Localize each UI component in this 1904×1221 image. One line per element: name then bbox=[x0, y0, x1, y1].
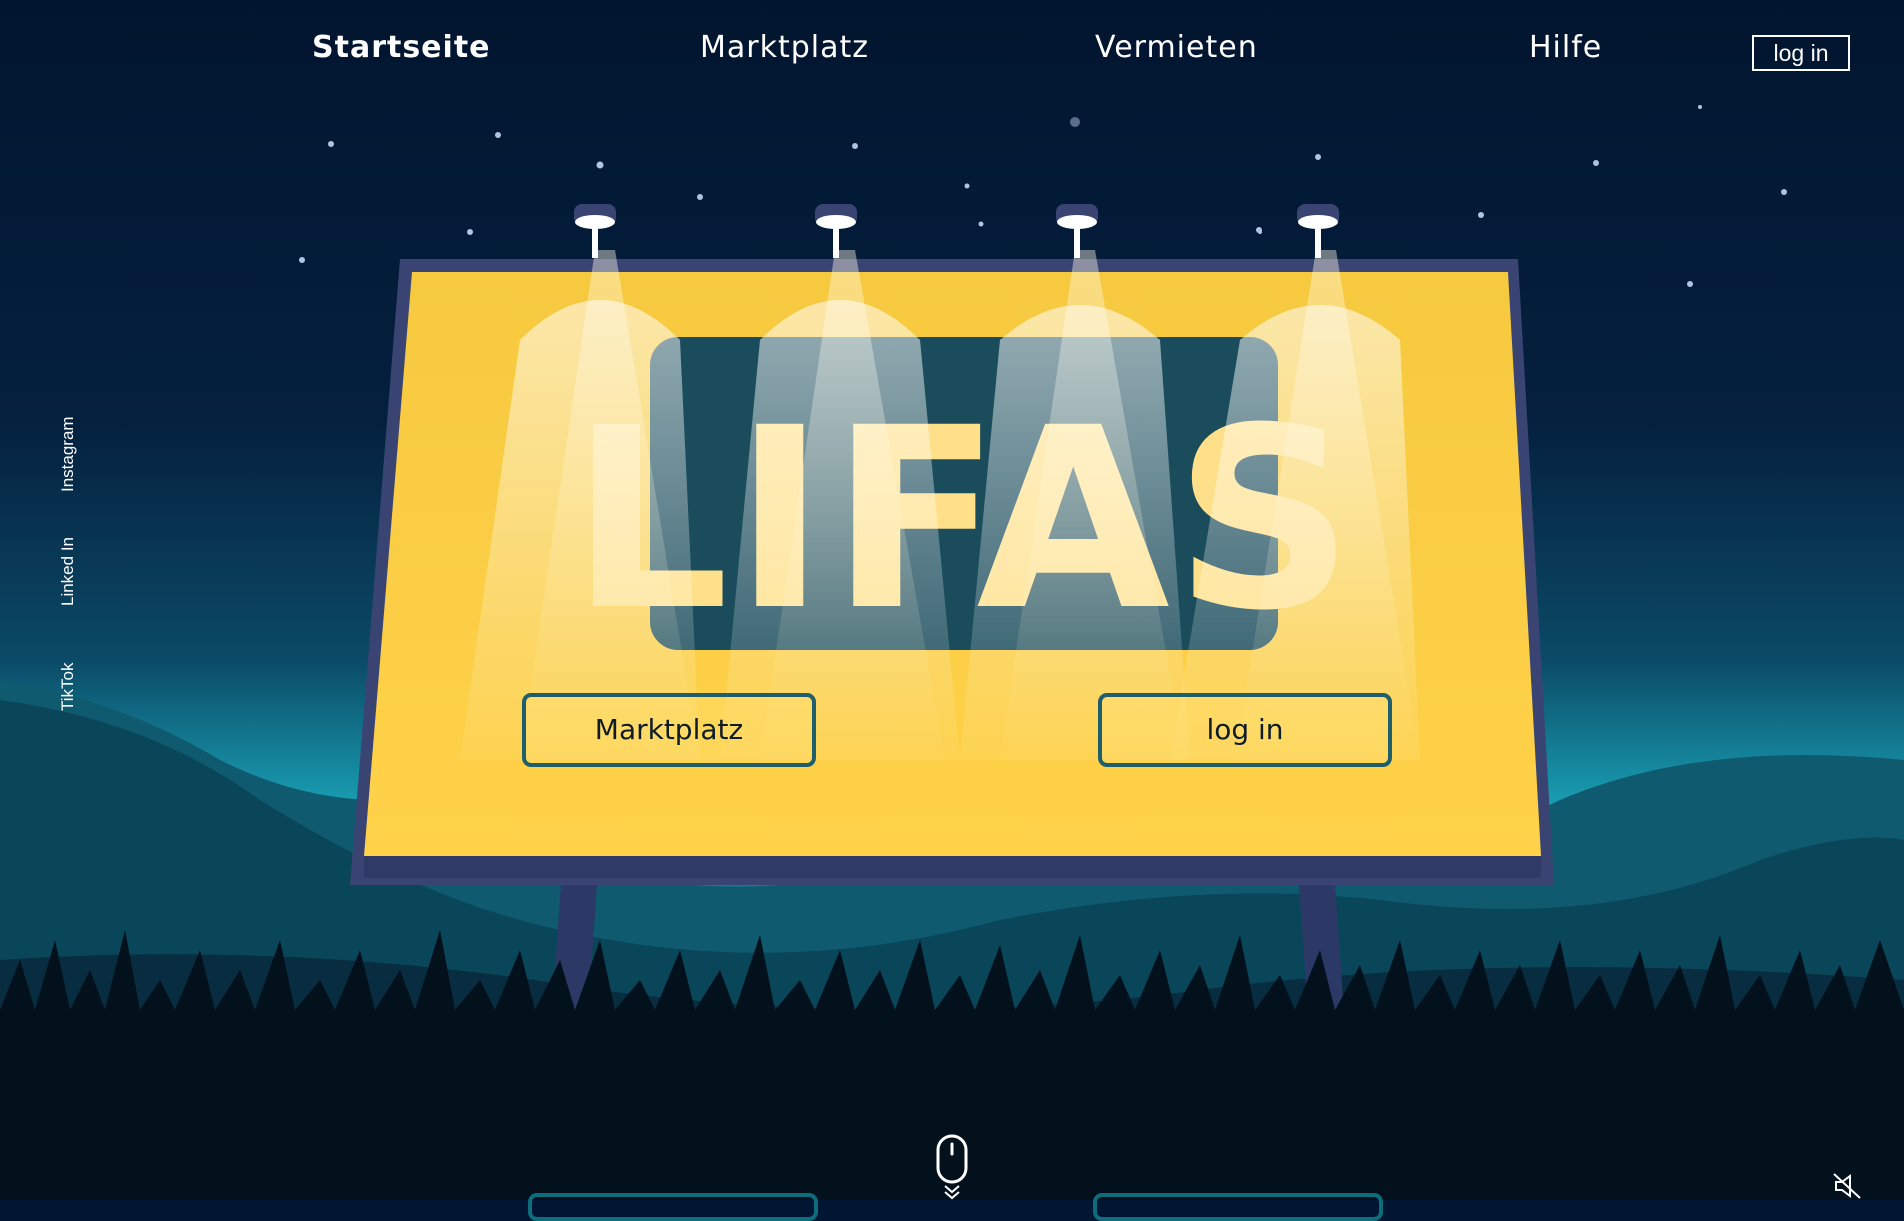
nav-item-hilfe[interactable]: Hilfe bbox=[1529, 30, 1602, 65]
social-link-linkedin[interactable]: Linked In bbox=[58, 537, 78, 606]
nav-login-button[interactable]: log in bbox=[1752, 35, 1850, 71]
login-button[interactable]: log in bbox=[1098, 693, 1392, 767]
next-section-button-left[interactable] bbox=[528, 1193, 818, 1221]
sound-muted-icon[interactable] bbox=[1832, 1172, 1862, 1200]
mouse-scroll-icon[interactable] bbox=[932, 1134, 972, 1200]
nav-item-vermieten[interactable]: Vermieten bbox=[1095, 30, 1258, 65]
night-landscape-background: LIFAS bbox=[0, 0, 1904, 1200]
next-section-button-right[interactable] bbox=[1093, 1193, 1383, 1221]
top-navigation: Startseite Marktplatz Vermieten Hilfe lo… bbox=[0, 0, 1904, 100]
social-link-tiktok[interactable]: TikTok bbox=[58, 663, 78, 712]
social-link-instagram[interactable]: Instagram bbox=[58, 416, 78, 492]
nav-item-startseite[interactable]: Startseite bbox=[312, 30, 491, 65]
nav-item-marktplatz[interactable]: Marktplatz bbox=[700, 30, 869, 65]
marketplace-button[interactable]: Marktplatz bbox=[522, 693, 816, 767]
